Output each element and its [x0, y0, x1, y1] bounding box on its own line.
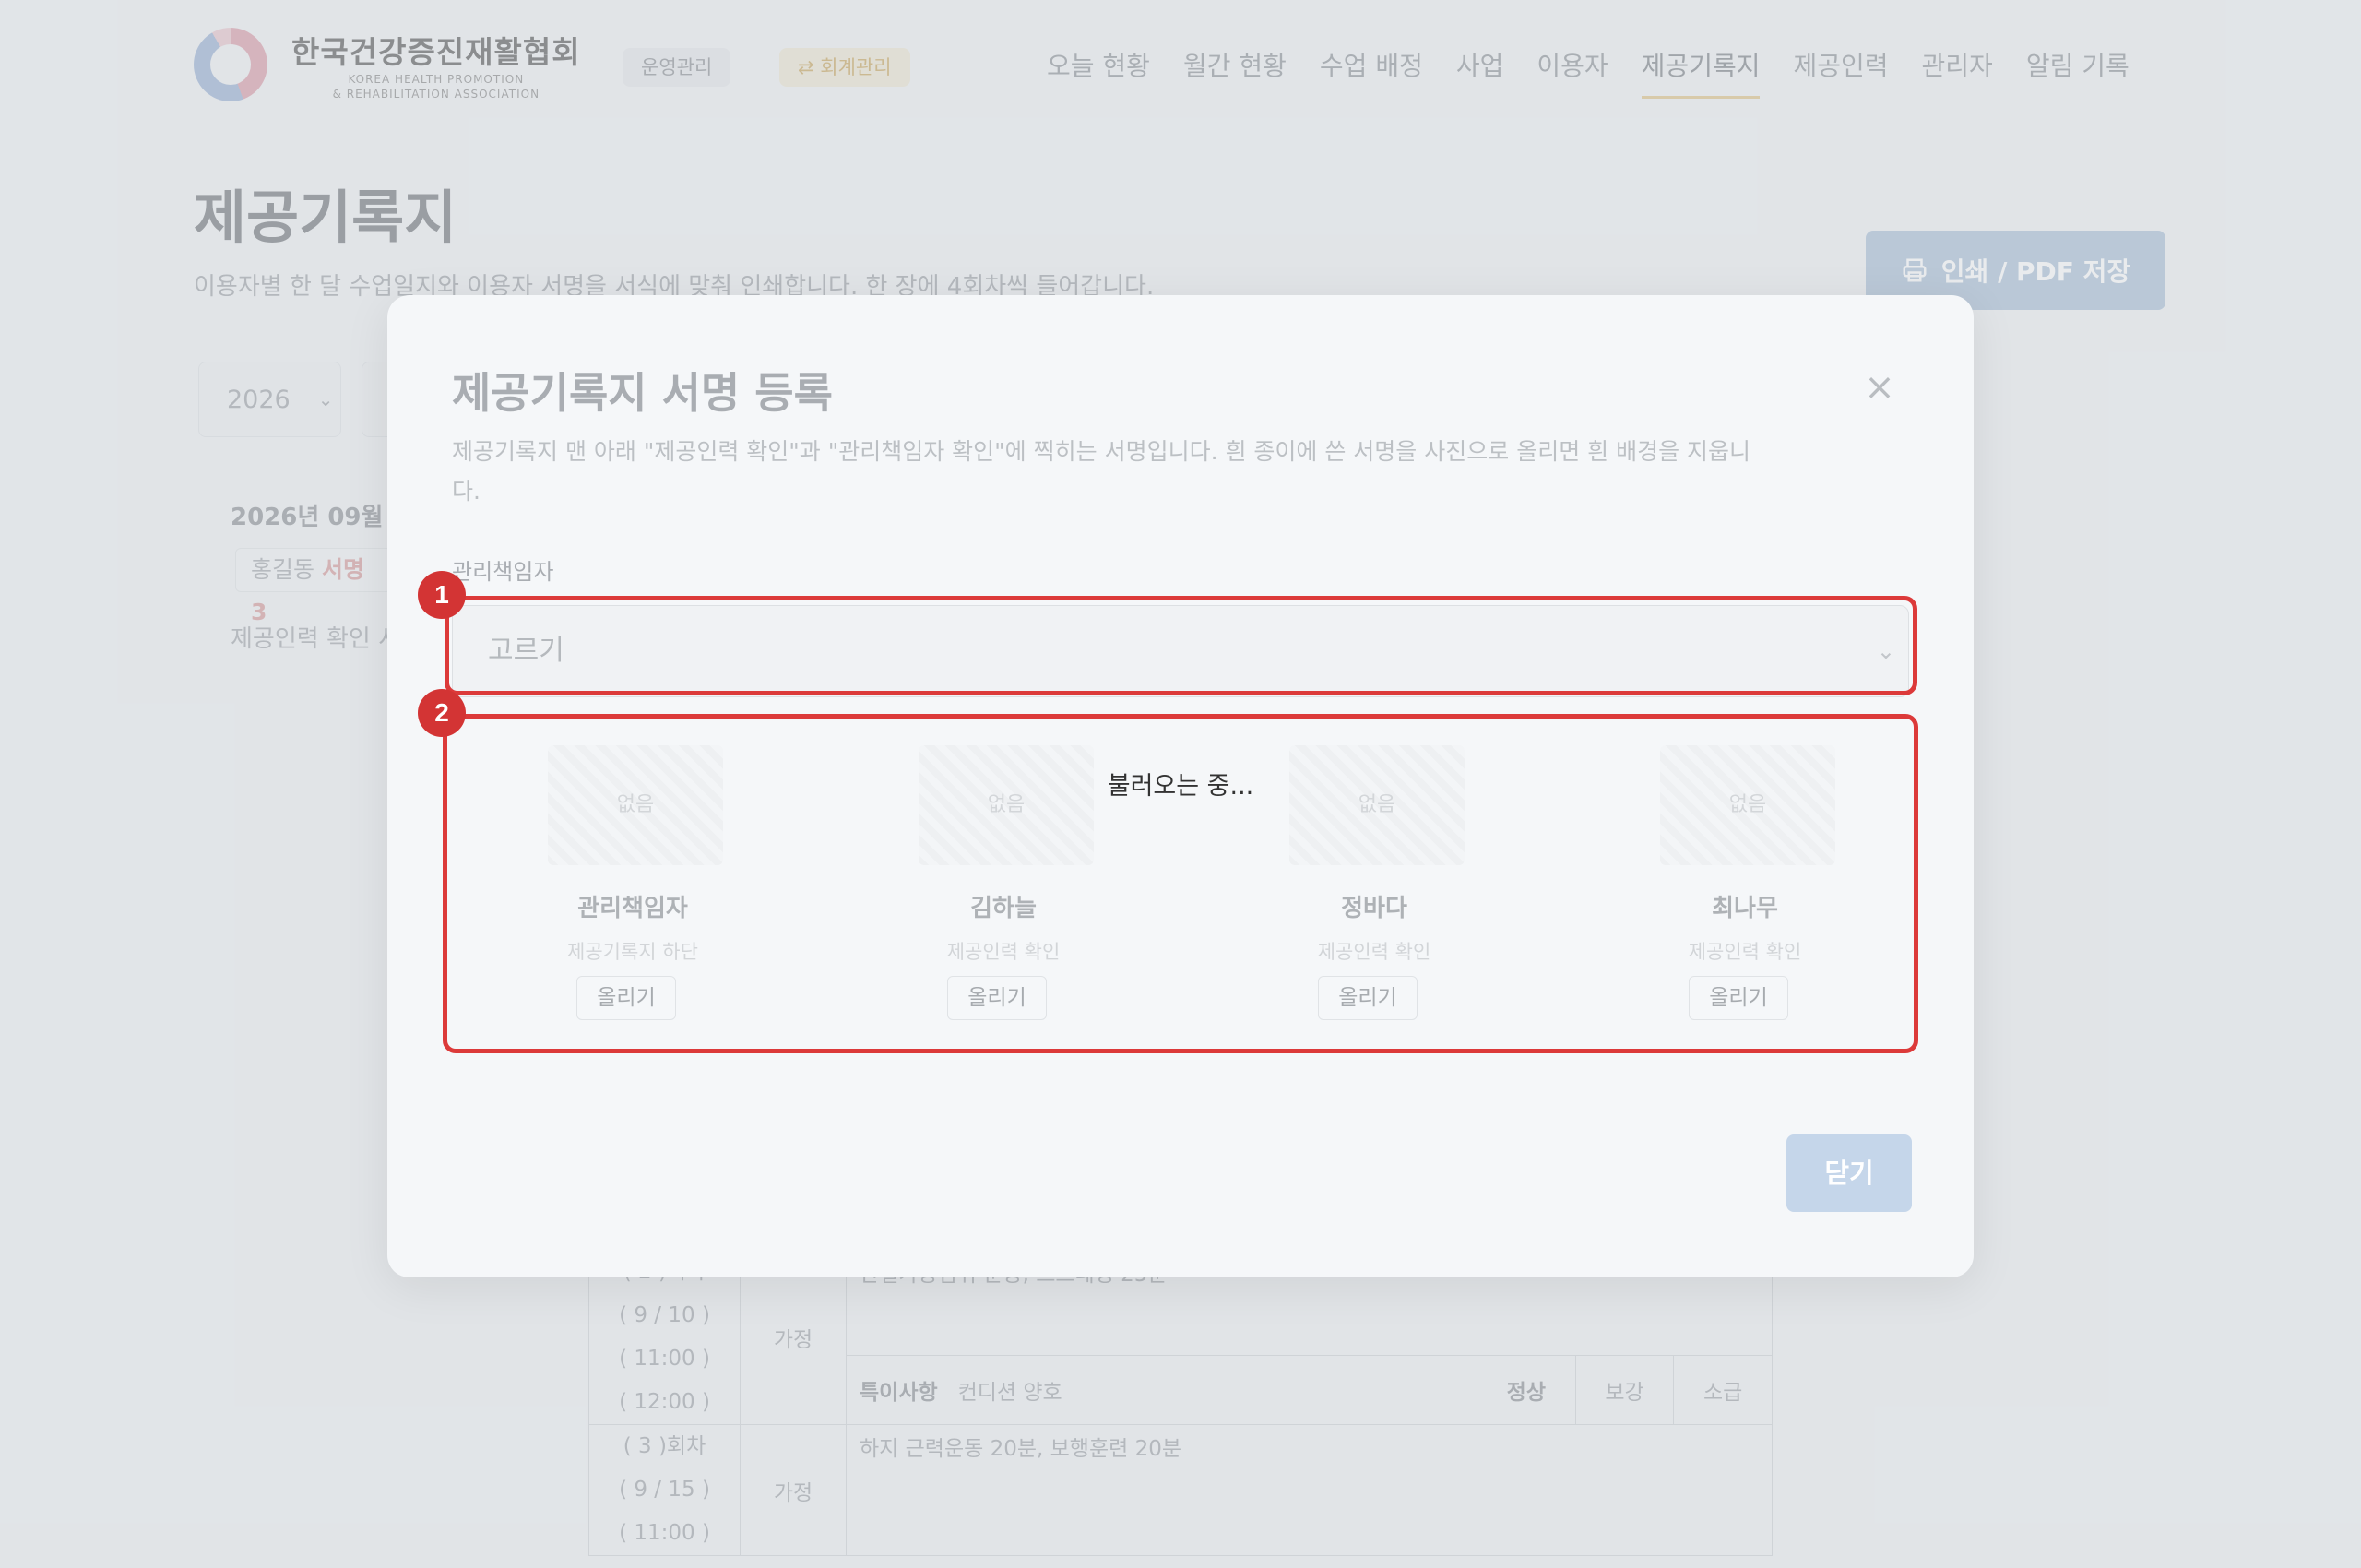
- callout-highlight-signature-cards: [443, 714, 1918, 1053]
- modal-description: 제공기록지 맨 아래 "제공인력 확인"과 "관리책임자 확인"에 찍히는 서명…: [452, 438, 1751, 505]
- manager-field-label: 관리책임자: [452, 559, 554, 585]
- callout-badge-1: 1: [418, 571, 466, 619]
- modal-title: 제공기록지 서명 등록: [452, 368, 833, 418]
- close-icon[interactable]: ×: [1863, 369, 1896, 406]
- callout-highlight-manager-select: [445, 596, 1917, 695]
- callout-badge-2: 2: [418, 689, 466, 737]
- close-button[interactable]: 닫기: [1786, 1134, 1912, 1212]
